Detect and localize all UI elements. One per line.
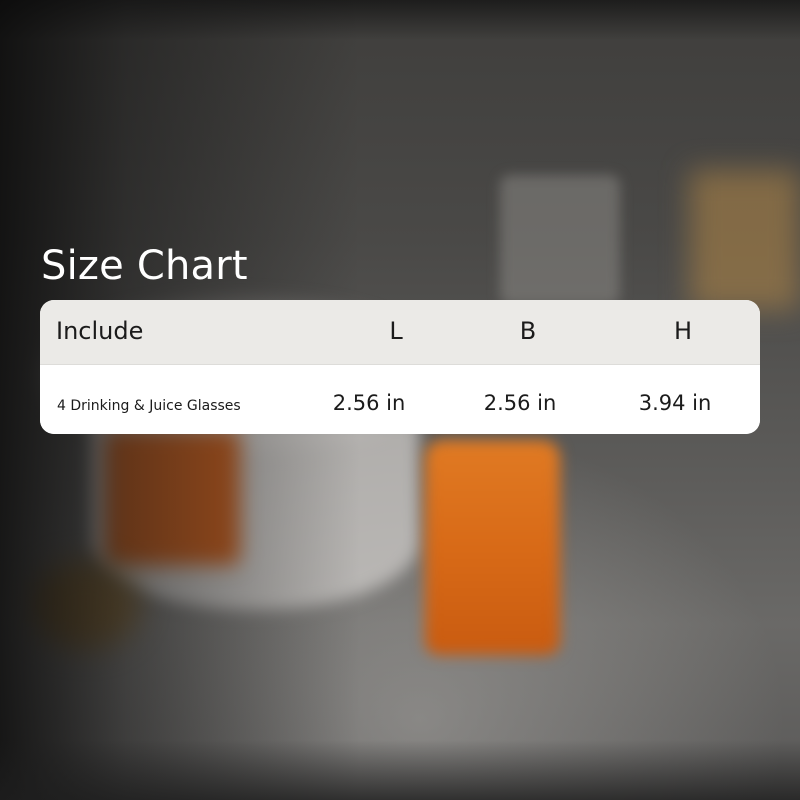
background-clear-glass xyxy=(500,175,620,305)
background-gold-stand xyxy=(690,170,800,310)
size-chart-title: Size Chart xyxy=(41,243,248,289)
row-include-value: 4 Drinking & Juice Glasses xyxy=(57,398,241,414)
background-juice-glass xyxy=(425,440,560,655)
row-breadth-value: 2.56 in xyxy=(483,391,557,415)
background-shadow-bottom xyxy=(0,740,800,800)
header-include: Include xyxy=(56,317,144,345)
header-height: H xyxy=(673,317,693,345)
header-length: L xyxy=(389,317,403,345)
size-chart-table: Include L B H 4 Drinking & Juice Glasses… xyxy=(40,300,760,434)
row-height-value: 3.94 in xyxy=(638,391,712,415)
row-length-value: 2.56 in xyxy=(332,391,406,415)
header-breadth: B xyxy=(519,317,537,345)
table-header-row: Include L B H xyxy=(40,300,760,365)
table-row: 4 Drinking & Juice Glasses 2.56 in 2.56 … xyxy=(40,365,760,434)
